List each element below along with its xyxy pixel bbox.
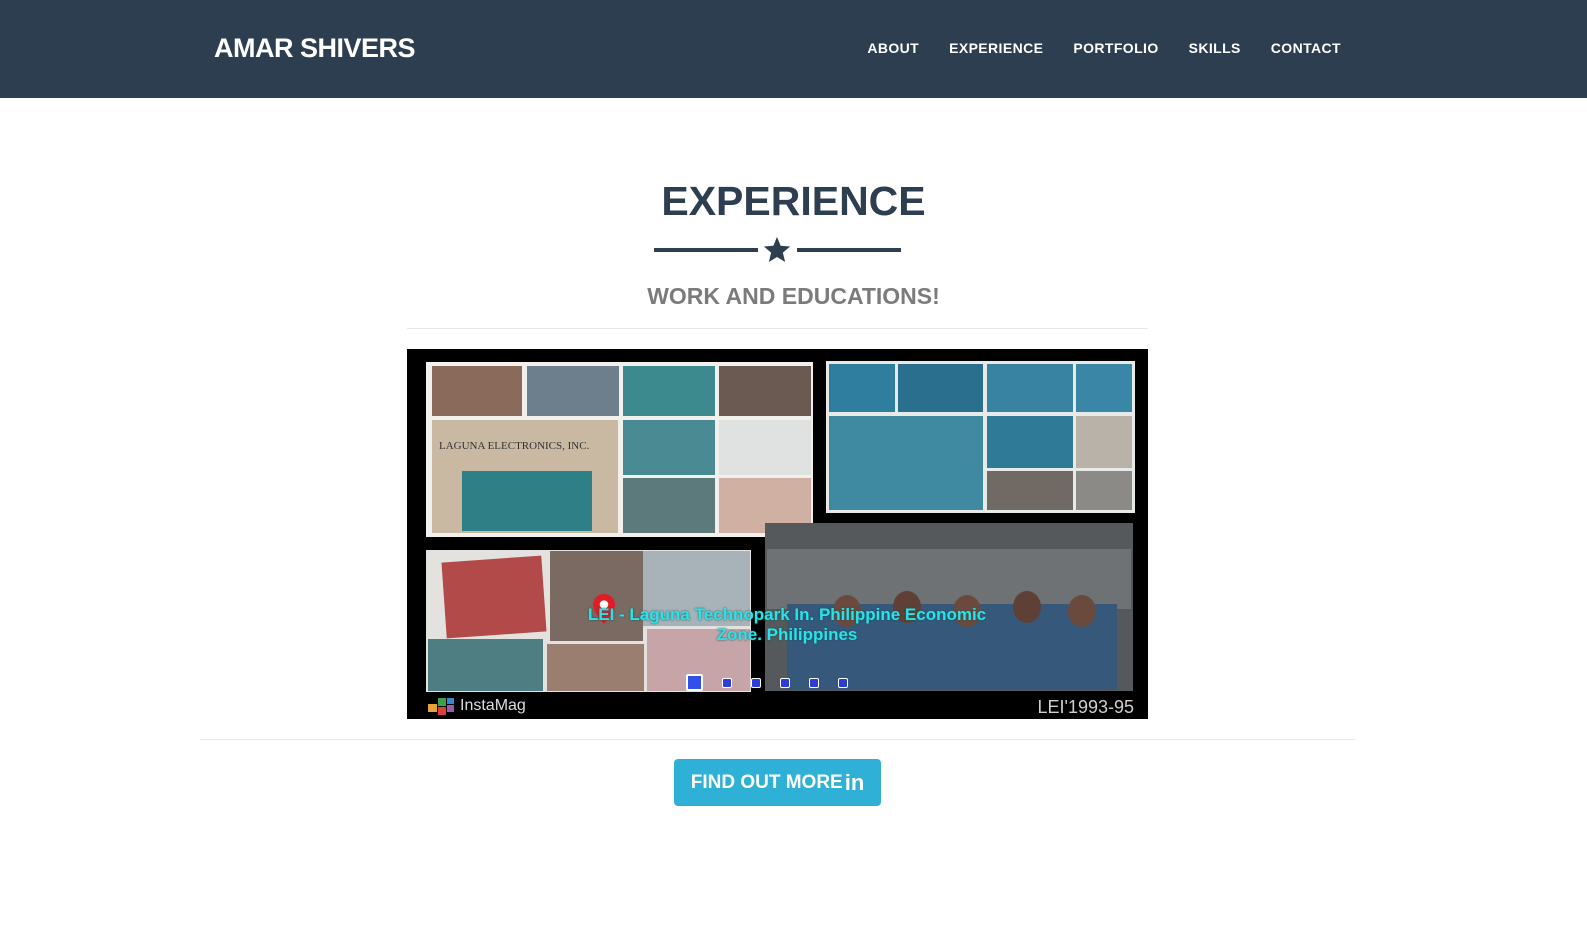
nav-link-skills[interactable]: SKILLS — [1189, 38, 1241, 58]
instamag-watermark: InstaMag — [428, 696, 526, 716]
brand-logo[interactable]: AMAR SHIVERS — [214, 30, 416, 66]
find-out-more-label: FIND OUT MORE — [690, 772, 843, 793]
carousel-dot-1[interactable] — [686, 674, 703, 691]
date-stamp: LEI'1993-95 — [1037, 697, 1134, 717]
carousel-dot-6[interactable] — [838, 677, 848, 688]
carousel-dot-3[interactable] — [751, 677, 761, 688]
star-divider — [654, 235, 901, 265]
star-icon — [763, 236, 791, 262]
collage-sign: LAGUNA ELECTRONICS, INC. — [439, 440, 590, 452]
section-subtitle: WORK AND EDUCATIONS! — [647, 283, 940, 309]
navbar: AMAR SHIVERS ABOUT EXPERIENCE PORTFOLIO … — [0, 0, 1587, 98]
photo-collage: LAGUNA ELECTRONICS, INC. — [426, 361, 1135, 692]
carousel-dot-5[interactable] — [809, 677, 819, 688]
linkedin-icon: in — [844, 770, 865, 795]
carousel-dot-2[interactable] — [722, 677, 732, 688]
divider-line-right — [797, 248, 901, 252]
nav-links: ABOUT EXPERIENCE PORTFOLIO SKILLS CONTAC… — [867, 38, 1341, 58]
carousel-dot-4[interactable] — [780, 677, 790, 688]
divider-rule-top — [407, 328, 1148, 329]
carousel-indicators — [686, 674, 848, 691]
slide-caption: LEI - Laguna Technopark In. Philippine E… — [587, 605, 987, 644]
experience-carousel[interactable]: LAGUNA ELECTRONICS, INC. LEI - Laguna Te… — [407, 349, 1148, 719]
nav-link-about[interactable]: ABOUT — [867, 38, 919, 58]
instamag-logo-icon — [428, 698, 454, 715]
nav-link-contact[interactable]: CONTACT — [1271, 38, 1341, 58]
instamag-label: InstaMag — [460, 697, 526, 714]
nav-link-experience[interactable]: EXPERIENCE — [949, 38, 1043, 58]
nav-link-portfolio[interactable]: PORTFOLIO — [1073, 38, 1158, 58]
divider-line-left — [654, 248, 758, 252]
find-out-more-button[interactable]: FIND OUT MORE in — [674, 759, 881, 806]
section-title: EXPERIENCE — [661, 178, 926, 224]
divider-rule-bottom — [200, 739, 1356, 740]
